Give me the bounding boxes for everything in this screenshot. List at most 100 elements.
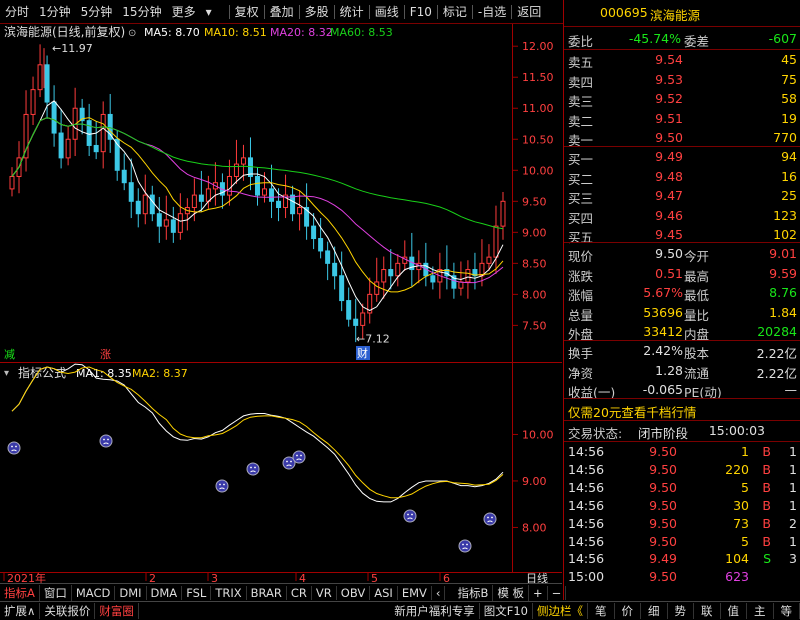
sad-face-icon bbox=[403, 509, 417, 523]
candle-body bbox=[332, 262, 338, 277]
toolbar-button-0[interactable]: 复权 bbox=[230, 3, 264, 20]
tick-row: 14:56 9.50 5 B 1 bbox=[564, 533, 800, 552]
indicator-tab-5[interactable]: FSL bbox=[182, 585, 212, 600]
tick-count: 2 bbox=[789, 515, 797, 531]
indicator-tab-13[interactable]: ‹ bbox=[432, 585, 446, 600]
bottom-icon-5[interactable]: 值 bbox=[721, 602, 747, 619]
stat-label: 现价 bbox=[568, 249, 594, 264]
wc-value: -607 bbox=[768, 31, 797, 46]
indicator-tab-10[interactable]: OBV bbox=[337, 585, 371, 600]
ask-row: 卖四 9.53 75 bbox=[564, 71, 800, 90]
triangle-down-icon[interactable]: ▾ bbox=[4, 368, 9, 379]
bottom-right-2[interactable]: 侧边栏《 bbox=[533, 602, 588, 619]
bid-price: 9.47 bbox=[655, 188, 683, 204]
gear-icon[interactable]: ⊙ bbox=[128, 28, 136, 39]
bid-label: 买一 bbox=[568, 152, 594, 167]
bottom-icon-2[interactable]: 细 bbox=[641, 602, 668, 619]
bottom-item-1[interactable]: 关联报价 bbox=[40, 602, 96, 619]
indicator-right-1[interactable]: 模 板 bbox=[493, 584, 530, 601]
bottom-right-1[interactable]: 图文F10 bbox=[480, 602, 533, 619]
indicator-tab-8[interactable]: CR bbox=[287, 585, 312, 600]
indicator-tab-11[interactable]: ASI bbox=[370, 585, 398, 600]
bottom-item-2[interactable]: 财富圈 bbox=[95, 602, 139, 619]
tick-count: 1 bbox=[789, 533, 797, 549]
candle-body bbox=[100, 113, 106, 153]
sad-face-icon bbox=[458, 539, 472, 553]
indicator-tab-4[interactable]: DMA bbox=[147, 585, 183, 600]
bottom-icon-1[interactable]: 价 bbox=[615, 602, 641, 619]
stat-value-2: 9.01 bbox=[769, 246, 797, 261]
ask-price: 9.54 bbox=[655, 52, 683, 67]
candle-body bbox=[93, 144, 99, 153]
stat-value: 33412 bbox=[643, 324, 683, 340]
indicator-tab-7[interactable]: BRAR bbox=[247, 585, 287, 600]
y-tick-1: 11.50 bbox=[522, 71, 554, 84]
bottom-icon-6[interactable]: 主 bbox=[747, 602, 774, 619]
tag-mid: 涨 bbox=[100, 348, 111, 361]
more-arrow-icon[interactable]: ▾ bbox=[201, 5, 217, 19]
period-tab-4[interactable]: 更多 bbox=[167, 3, 201, 20]
bottom-right-0[interactable]: 新用户福利专享 bbox=[390, 602, 480, 619]
bid-price: 9.46 bbox=[655, 207, 683, 223]
candle-body bbox=[233, 163, 239, 177]
stat-row: 总量 53696 量比 1.84 bbox=[564, 304, 800, 323]
period-tab-3[interactable]: 15分钟 bbox=[117, 3, 166, 20]
promo-link[interactable]: 仅需20元查看千档行情 bbox=[568, 402, 696, 421]
indicator-ma1: MA1: 8.35 bbox=[76, 367, 132, 380]
toolbar-button-6[interactable]: 标记 bbox=[438, 3, 472, 20]
period-tab-0[interactable]: 分时 bbox=[0, 3, 34, 20]
tick-price: 9.49 bbox=[649, 551, 677, 567]
bottom-item-0[interactable]: 扩展∧ bbox=[0, 602, 41, 619]
tick-count: 1 bbox=[789, 461, 797, 477]
bottom-icon-4[interactable]: 联 bbox=[694, 602, 721, 619]
candle-body bbox=[318, 238, 324, 252]
bid-volume: 94 bbox=[781, 149, 797, 164]
indicator-tab-0[interactable]: 指标A bbox=[0, 584, 40, 601]
ask-price: 9.51 bbox=[655, 110, 683, 126]
candle-body bbox=[346, 300, 352, 320]
bottom-icon-7[interactable]: 等 bbox=[774, 602, 800, 619]
candle-body bbox=[226, 175, 232, 196]
period-tab-1[interactable]: 1分钟 bbox=[34, 3, 76, 20]
tick-row: 14:56 9.50 1 B 1 bbox=[564, 443, 800, 462]
bottom-icon-0[interactable]: 笔 bbox=[588, 602, 615, 619]
candle-body bbox=[276, 200, 282, 209]
period-tab-2[interactable]: 5分钟 bbox=[76, 3, 118, 20]
toolbar-button-2[interactable]: 多股 bbox=[300, 3, 334, 20]
tick-time: 14:56 bbox=[568, 515, 605, 531]
indicator-tab-9[interactable]: VR bbox=[312, 585, 337, 600]
ask-row: 卖三 9.52 58 bbox=[564, 90, 800, 109]
candle-body bbox=[458, 281, 464, 289]
tick-volume: 5 bbox=[741, 533, 749, 549]
indicator-tab-3[interactable]: DMI bbox=[115, 585, 147, 600]
stat2-value: 2.42% bbox=[643, 343, 683, 358]
candle-body bbox=[500, 200, 506, 227]
candle-body bbox=[290, 194, 296, 215]
ask-label: 卖五 bbox=[568, 55, 594, 70]
indicator-tab-1[interactable]: 窗口 bbox=[40, 584, 72, 601]
ma-legend-2: MA20: 8.32 bbox=[270, 26, 333, 39]
y-tick-0: 12.00 bbox=[522, 40, 554, 53]
toolbar-button-4[interactable]: 画线 bbox=[370, 3, 404, 20]
candle-body bbox=[177, 213, 183, 233]
candle-body bbox=[58, 132, 64, 159]
y-tick-3: 10.50 bbox=[522, 133, 554, 146]
candle-body bbox=[163, 219, 169, 227]
kline-chart[interactable]: 滨海能源(日线,前复权) ⊙ MA5: 8.70 MA10: 8.51 MA20: 8.… bbox=[0, 24, 562, 594]
indicator-right-0[interactable]: 指标B bbox=[453, 584, 494, 601]
toolbar-button-7[interactable]: -自选 bbox=[473, 3, 511, 20]
bottom-icon-3[interactable]: 势 bbox=[668, 602, 694, 619]
indicator-right-3[interactable]: − bbox=[548, 585, 567, 600]
toolbar-button-1[interactable]: 叠加 bbox=[265, 3, 299, 20]
indicator-tab-6[interactable]: TRIX bbox=[211, 585, 247, 600]
indicator-right-2[interactable]: + bbox=[529, 585, 548, 600]
indicator-tab-2[interactable]: MACD bbox=[72, 585, 116, 600]
toolbar-button-8[interactable]: 返回 bbox=[512, 3, 546, 20]
tag-low: 财 bbox=[357, 346, 368, 360]
candle-body bbox=[23, 113, 29, 159]
status-value: 闭市阶段 bbox=[638, 426, 689, 441]
toolbar-button-5[interactable]: F10 bbox=[405, 5, 437, 19]
tick-volume: 220 bbox=[725, 461, 749, 477]
toolbar-button-3[interactable]: 统计 bbox=[335, 3, 369, 20]
indicator-tab-12[interactable]: EMV bbox=[398, 585, 432, 600]
